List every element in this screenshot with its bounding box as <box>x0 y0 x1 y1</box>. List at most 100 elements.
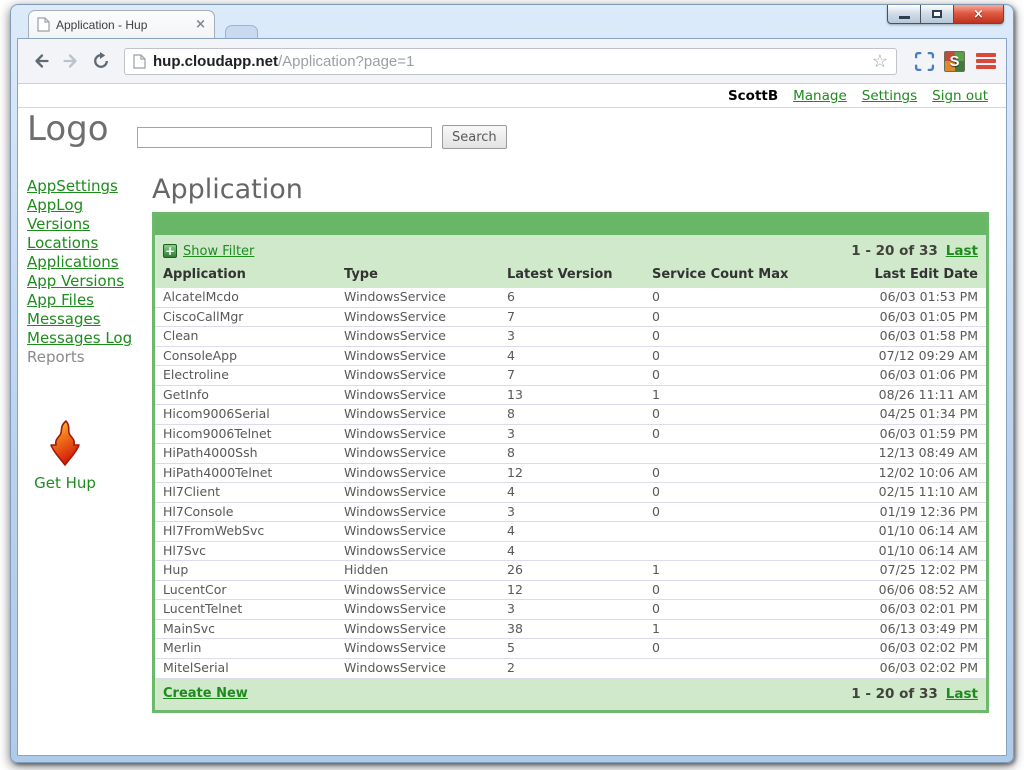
fullscreen-extension-button[interactable] <box>914 51 935 72</box>
sidebar-item-appsettings[interactable]: AppSettings <box>27 177 149 196</box>
cell-application: GetInfo <box>155 385 336 405</box>
cell-latest-version: 6 <box>499 288 644 308</box>
cell-application: LucentCor <box>155 580 336 600</box>
s-extension-button[interactable]: S <box>944 51 965 72</box>
page-icon <box>133 54 146 69</box>
browser-tab[interactable]: Application - Hup × <box>28 10 215 38</box>
application-panel: + Show Filter 1 - 20 of 33 Last Applicat… <box>152 212 989 713</box>
cell-latest-version: 7 <box>499 366 644 386</box>
sign-out-link[interactable]: Sign out <box>932 88 988 104</box>
cell-type: WindowsService <box>336 483 499 503</box>
cell-application: MainSvc <box>155 619 336 639</box>
cell-type: WindowsService <box>336 639 499 659</box>
cell-service-count-max: 0 <box>644 600 844 620</box>
cell-application: Hl7Svc <box>155 541 336 561</box>
cell-latest-version: 38 <box>499 619 644 639</box>
browser-toolbar: hup.cloudapp.net/Application?page=1 ☆ S <box>18 39 1006 84</box>
cell-latest-version: 13 <box>499 385 644 405</box>
maximize-button[interactable] <box>920 5 953 24</box>
cell-last-edit-date: 08/26 11:11 AM <box>844 385 986 405</box>
cell-last-edit-date: 01/10 06:14 AM <box>844 541 986 561</box>
cell-application: Hl7FromWebSvc <box>155 522 336 542</box>
close-button[interactable]: × <box>953 5 1004 24</box>
panel-topbar <box>155 215 986 235</box>
cell-type: WindowsService <box>336 502 499 522</box>
cell-type: WindowsService <box>336 346 499 366</box>
page-title: Application <box>152 174 989 205</box>
cell-last-edit-date: 06/03 01:53 PM <box>844 288 986 308</box>
table-row: MitelSerialWindowsService206/03 02:02 PM <box>155 658 986 678</box>
sidebar-nav: AppSettingsAppLogVersionsLocationsApplic… <box>27 177 149 348</box>
settings-link[interactable]: Settings <box>862 88 917 104</box>
url-bar[interactable]: hup.cloudapp.net/Application?page=1 ☆ <box>124 48 897 75</box>
new-tab-button[interactable] <box>225 25 258 38</box>
cell-latest-version: 4 <box>499 346 644 366</box>
browser-inner: hup.cloudapp.net/Application?page=1 ☆ S … <box>17 38 1007 756</box>
sidebar-item-app-versions[interactable]: App Versions <box>27 272 149 291</box>
table-row: ElectrolineWindowsService7006/03 01:06 P… <box>155 366 986 386</box>
table-row: AlcatelMcdoWindowsService6006/03 01:53 P… <box>155 288 986 308</box>
cell-application: LucentTelnet <box>155 600 336 620</box>
back-icon <box>32 52 50 70</box>
cell-service-count-max: 1 <box>644 385 844 405</box>
cell-service-count-max: 1 <box>644 561 844 581</box>
cell-type: WindowsService <box>336 541 499 561</box>
sidebar-item-messages[interactable]: Messages <box>27 310 149 329</box>
pagination-last-link-bottom[interactable]: Last <box>946 686 978 702</box>
column-header-last-edit-date: Last Edit Date <box>844 261 986 288</box>
sidebar-item-versions[interactable]: Versions <box>27 215 149 234</box>
cell-last-edit-date: 06/03 02:02 PM <box>844 639 986 659</box>
cell-type: WindowsService <box>336 463 499 483</box>
sidebar-item-messages-log[interactable]: Messages Log <box>27 329 149 348</box>
manage-link[interactable]: Manage <box>793 88 847 104</box>
cell-last-edit-date: 07/25 12:02 PM <box>844 561 986 581</box>
expand-plus-icon[interactable]: + <box>163 244 177 258</box>
cell-application: Electroline <box>155 366 336 386</box>
chrome-menu-button[interactable] <box>976 53 996 69</box>
cell-last-edit-date: 06/03 02:01 PM <box>844 600 986 620</box>
menu-bar-icon <box>976 59 996 63</box>
frame-brackets-icon <box>914 51 935 72</box>
minimize-button[interactable] <box>887 5 920 24</box>
table-row: HiPath4000TelnetWindowsService12012/02 1… <box>155 463 986 483</box>
account-links: Manage Settings Sign out <box>793 88 988 104</box>
reload-button[interactable] <box>88 48 114 74</box>
pagination-last-link-top[interactable]: Last <box>946 243 978 259</box>
table-header-row: ApplicationTypeLatest VersionService Cou… <box>155 261 986 288</box>
bookmark-star-icon[interactable]: ☆ <box>872 52 888 70</box>
search-button[interactable]: Search <box>442 125 507 149</box>
menu-bar-icon <box>976 53 996 57</box>
tab-close-icon[interactable]: × <box>195 18 206 31</box>
sidebar-item-applications[interactable]: Applications <box>27 253 149 272</box>
page-content: ScottB ManageSettingsSign out Logo Searc… <box>18 85 1006 755</box>
cell-service-count-max <box>644 541 844 561</box>
cell-application: HiPath4000Telnet <box>155 463 336 483</box>
back-button[interactable] <box>28 48 54 74</box>
show-filter-link[interactable]: Show Filter <box>183 244 254 259</box>
reload-icon <box>92 52 110 70</box>
sidebar-item-app-files[interactable]: App Files <box>27 291 149 310</box>
create-new-link[interactable]: Create New <box>163 686 248 701</box>
column-header-application: Application <box>155 261 336 288</box>
cell-application: CiscoCallMgr <box>155 307 336 327</box>
forward-button[interactable] <box>58 48 84 74</box>
table-row: HiPath4000SshWindowsService812/13 08:49 … <box>155 444 986 464</box>
cell-last-edit-date: 06/06 08:52 AM <box>844 580 986 600</box>
cell-last-edit-date: 06/03 02:02 PM <box>844 658 986 678</box>
cell-application: Hup <box>155 561 336 581</box>
sidebar-item-locations[interactable]: Locations <box>27 234 149 253</box>
cell-latest-version: 2 <box>499 658 644 678</box>
forward-icon <box>62 52 80 70</box>
get-hup-link[interactable]: Get Hup <box>27 419 103 492</box>
cell-latest-version: 12 <box>499 580 644 600</box>
main-content: Application + Show Filter 1 - 20 of 33 L… <box>149 165 1006 713</box>
search-input[interactable] <box>137 127 432 148</box>
table-row: GetInfoWindowsService13108/26 11:11 AM <box>155 385 986 405</box>
cell-service-count-max: 0 <box>644 327 844 347</box>
sidebar-item-applog[interactable]: AppLog <box>27 196 149 215</box>
url-host: hup.cloudapp.net <box>153 53 278 70</box>
tab-title: Application - Hup <box>56 18 195 32</box>
cell-service-count-max: 0 <box>644 288 844 308</box>
table-row: MainSvcWindowsService38106/13 03:49 PM <box>155 619 986 639</box>
table-row: HupHidden26107/25 12:02 PM <box>155 561 986 581</box>
